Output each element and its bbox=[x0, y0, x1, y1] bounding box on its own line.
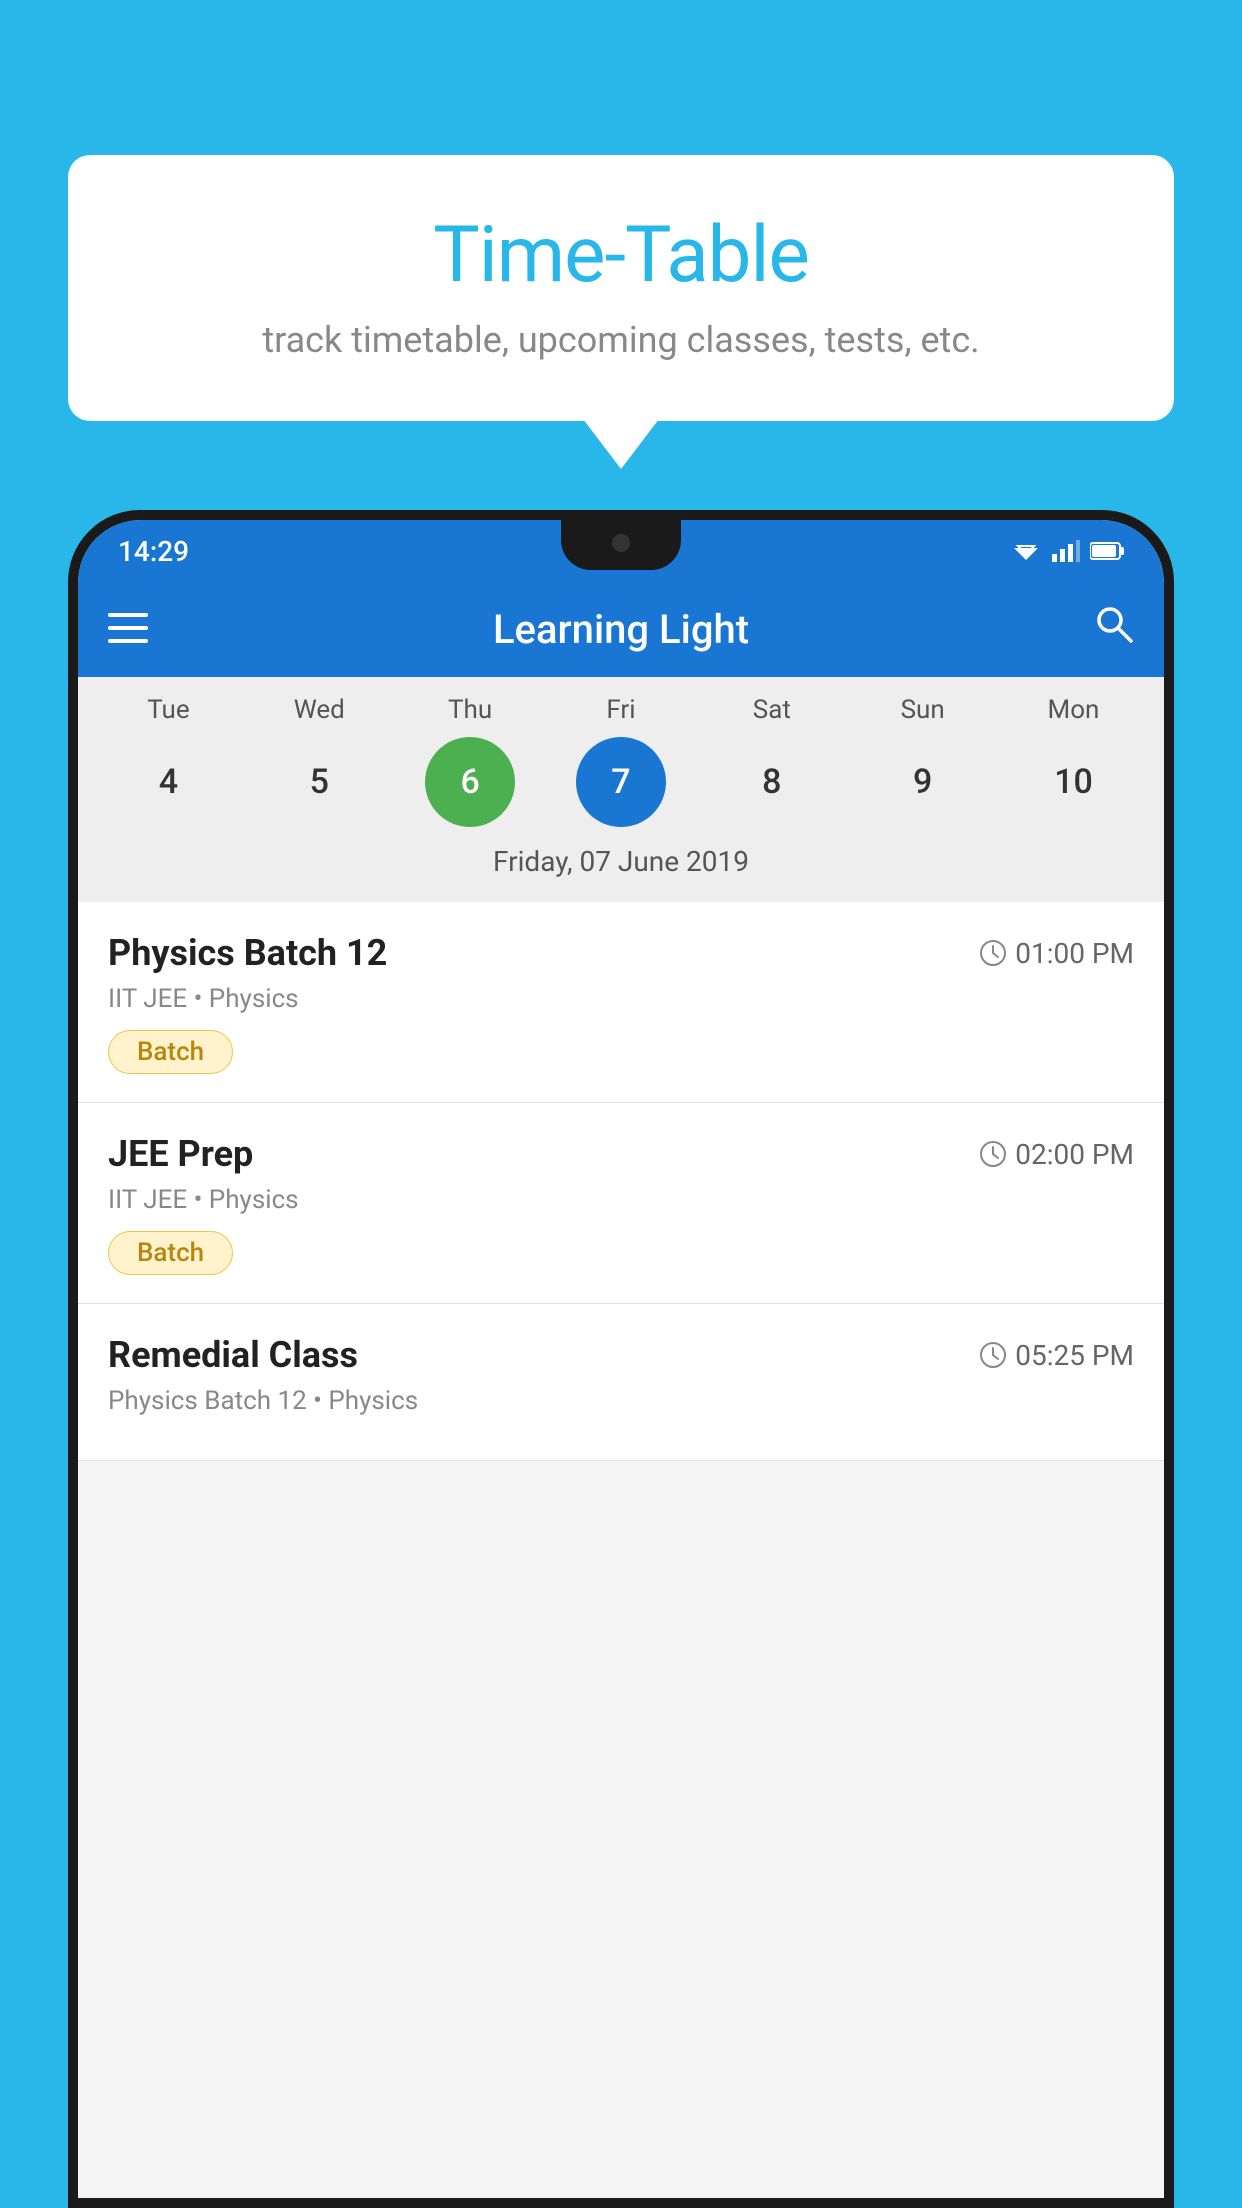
batch-tag-1: Batch bbox=[108, 1030, 233, 1074]
speech-bubble: Time-Table track timetable, upcoming cla… bbox=[68, 155, 1174, 421]
date-10[interactable]: 10 bbox=[1028, 737, 1118, 827]
class-item-1-header: Physics Batch 12 01:00 PM bbox=[108, 932, 1134, 974]
class-meta-1: IIT JEE • Physics bbox=[108, 984, 1134, 1014]
calendar-section: Tue Wed Thu Fri Sat Sun Mon 4 5 6 7 8 9 … bbox=[78, 677, 1164, 902]
class-time-3: 05:25 PM bbox=[979, 1339, 1134, 1372]
class-item-1[interactable]: Physics Batch 12 01:00 PM IIT JEE • Phys… bbox=[78, 902, 1164, 1103]
day-sat: Sat bbox=[727, 695, 817, 725]
date-4[interactable]: 4 bbox=[123, 737, 213, 827]
day-wed: Wed bbox=[274, 695, 364, 725]
class-meta-3: Physics Batch 12 • Physics bbox=[108, 1386, 1134, 1416]
calendar-dates-row: 4 5 6 7 8 9 10 bbox=[78, 737, 1164, 827]
class-item-3-header: Remedial Class 05:25 PM bbox=[108, 1334, 1134, 1376]
phone-screen: 14:29 bbox=[78, 520, 1164, 2198]
day-tue: Tue bbox=[123, 695, 213, 725]
status-icons bbox=[1010, 540, 1124, 562]
class-name-3: Remedial Class bbox=[108, 1334, 358, 1376]
search-button[interactable] bbox=[1094, 604, 1134, 655]
class-name-2: JEE Prep bbox=[108, 1133, 253, 1175]
wifi-icon bbox=[1010, 540, 1042, 562]
clock-icon-2 bbox=[979, 1140, 1007, 1168]
bubble-title: Time-Table bbox=[128, 210, 1114, 301]
selected-date-label: Friday, 07 June 2019 bbox=[78, 839, 1164, 892]
date-7-selected[interactable]: 7 bbox=[576, 737, 666, 827]
phone-frame: 14:29 bbox=[68, 510, 1174, 2208]
day-fri: Fri bbox=[576, 695, 666, 725]
day-sun: Sun bbox=[878, 695, 968, 725]
class-item-3[interactable]: Remedial Class 05:25 PM Physics Batch 12… bbox=[78, 1304, 1164, 1461]
classes-list: Physics Batch 12 01:00 PM IIT JEE • Phys… bbox=[78, 902, 1164, 1461]
class-item-2-header: JEE Prep 02:00 PM bbox=[108, 1133, 1134, 1175]
class-item-2[interactable]: JEE Prep 02:00 PM IIT JEE • Physics Batc… bbox=[78, 1103, 1164, 1304]
class-name-1: Physics Batch 12 bbox=[108, 932, 387, 974]
bubble-subtitle: track timetable, upcoming classes, tests… bbox=[128, 319, 1114, 361]
status-time: 14:29 bbox=[118, 535, 189, 568]
signal-icon bbox=[1052, 540, 1080, 562]
day-mon: Mon bbox=[1028, 695, 1118, 725]
hamburger-menu-icon[interactable] bbox=[108, 605, 148, 654]
class-meta-2: IIT JEE • Physics bbox=[108, 1185, 1134, 1215]
class-time-1: 01:00 PM bbox=[979, 937, 1134, 970]
calendar-days-row: Tue Wed Thu Fri Sat Sun Mon bbox=[78, 695, 1164, 725]
clock-icon-3 bbox=[979, 1341, 1007, 1369]
camera bbox=[612, 534, 630, 552]
batch-tag-2: Batch bbox=[108, 1231, 233, 1275]
date-6-today[interactable]: 6 bbox=[425, 737, 515, 827]
app-title: Learning Light bbox=[493, 606, 749, 653]
clock-icon-1 bbox=[979, 939, 1007, 967]
battery-icon bbox=[1090, 541, 1124, 561]
date-5[interactable]: 5 bbox=[274, 737, 364, 827]
date-8[interactable]: 8 bbox=[727, 737, 817, 827]
day-thu: Thu bbox=[425, 695, 515, 725]
app-bar: Learning Light bbox=[78, 582, 1164, 677]
class-time-2: 02:00 PM bbox=[979, 1138, 1134, 1171]
notch bbox=[561, 520, 681, 570]
date-9[interactable]: 9 bbox=[878, 737, 968, 827]
